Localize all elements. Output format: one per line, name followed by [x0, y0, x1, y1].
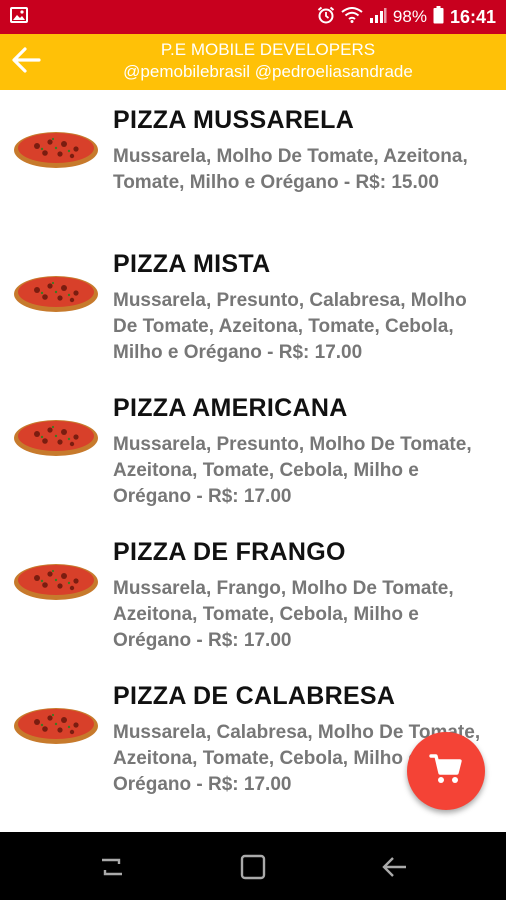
pizza-name: PIZZA DE CALABRESA: [113, 682, 396, 710]
pizza-image: [12, 118, 100, 174]
alarm-icon: [317, 6, 335, 29]
app-bar: P.E MOBILE DEVELOPERS @pemobilebrasil @p…: [0, 34, 506, 90]
back-arrow-icon: [11, 46, 41, 78]
back-icon[interactable]: [380, 852, 410, 882]
app-title: P.E MOBILE DEVELOPERS: [160, 40, 376, 59]
home-icon[interactable]: [238, 852, 268, 882]
battery-icon: [433, 5, 444, 29]
list-item[interactable]: PIZZA MUSSARELA Mussarela, Molho De Toma…: [0, 90, 506, 234]
signal-icon: [369, 7, 387, 28]
pizza-description: Mussarela, Molho De Tomate, Azeitona, To…: [113, 146, 468, 193]
pizza-name: PIZZA MUSSARELA: [113, 106, 355, 134]
cart-button[interactable]: [407, 732, 485, 810]
pizza-description: Mussarela, Presunto, Molho De Tomate, Az…: [113, 434, 472, 507]
pizza-list[interactable]: PIZZA MUSSARELA Mussarela, Molho De Toma…: [0, 90, 506, 832]
wifi-icon: [341, 6, 363, 28]
list-item[interactable]: PIZZA MISTA Mussarela, Presunto, Calabre…: [0, 234, 506, 378]
pizza-image: [12, 694, 100, 750]
pizza-image: [12, 550, 100, 606]
pizza-description: Mussarela, Presunto, Calabresa, Molho De…: [113, 290, 467, 363]
status-bar: 98% 16:41: [0, 0, 506, 34]
clock-time: 16:41: [449, 6, 496, 27]
pizza-description: Mussarela, Frango, Molho De Tomate, Azei…: [113, 578, 454, 651]
back-button[interactable]: [6, 42, 46, 82]
pizza-image: [12, 262, 100, 318]
list-item[interactable]: PIZZA DE FRANGO Mussarela, Frango, Molho…: [0, 522, 506, 666]
battery-percent: 98%: [392, 7, 427, 26]
pizza-name: PIZZA MISTA: [113, 250, 271, 278]
cart-icon: [428, 751, 464, 792]
image-icon: [10, 6, 28, 28]
app-subtitle: @pemobilebrasil @pedroeliasandrade: [123, 62, 413, 81]
pizza-image: [12, 406, 100, 462]
pizza-name: PIZZA AMERICANA: [113, 394, 348, 422]
pizza-name: PIZZA DE FRANGO: [113, 538, 346, 566]
navigation-bar: [0, 832, 506, 900]
list-item[interactable]: PIZZA AMERICANA Mussarela, Presunto, Mol…: [0, 378, 506, 522]
recent-apps-icon[interactable]: [97, 852, 127, 882]
